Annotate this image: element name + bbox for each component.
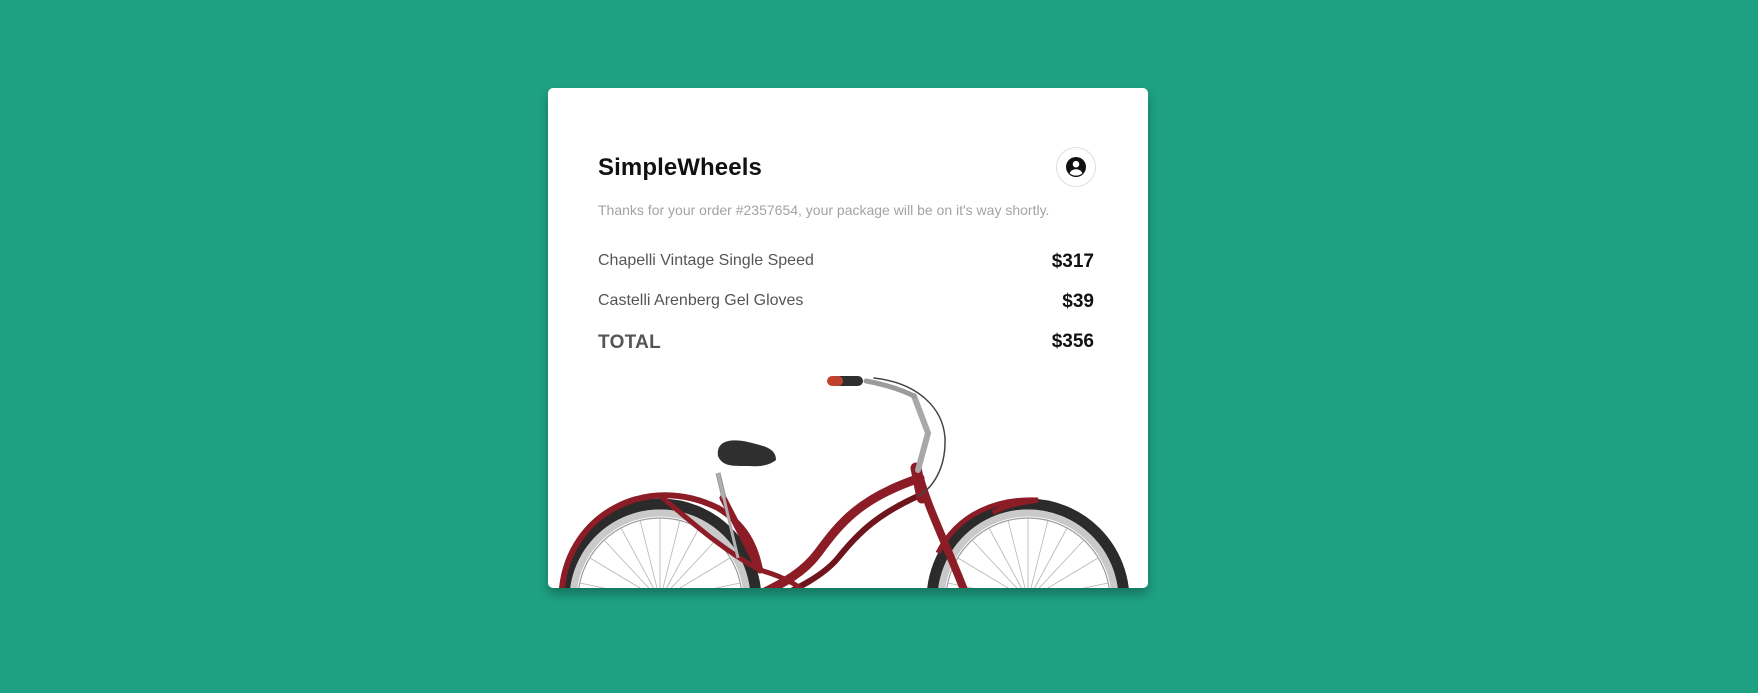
order-confirmation-card: SimpleWheels Thanks for your order #2357…: [548, 88, 1148, 588]
bicycle-image: [559, 376, 1129, 588]
item-name: Castelli Arenberg Gel Gloves: [598, 292, 804, 309]
handlebar: [827, 376, 946, 497]
order-line-item: Chapelli Vintage Single Speed $317: [598, 250, 1094, 278]
order-line-item: Castelli Arenberg Gel Gloves $39: [598, 290, 1094, 318]
item-price: $317: [1051, 251, 1094, 272]
brand-title: SimpleWheels: [598, 154, 762, 181]
item-price: $39: [1062, 291, 1094, 312]
account-button[interactable]: [1056, 147, 1096, 187]
item-name: Chapelli Vintage Single Speed: [598, 252, 814, 269]
order-message: Thanks for your order #2357654, your pac…: [598, 202, 1050, 218]
account-circle-icon: [1066, 157, 1086, 177]
